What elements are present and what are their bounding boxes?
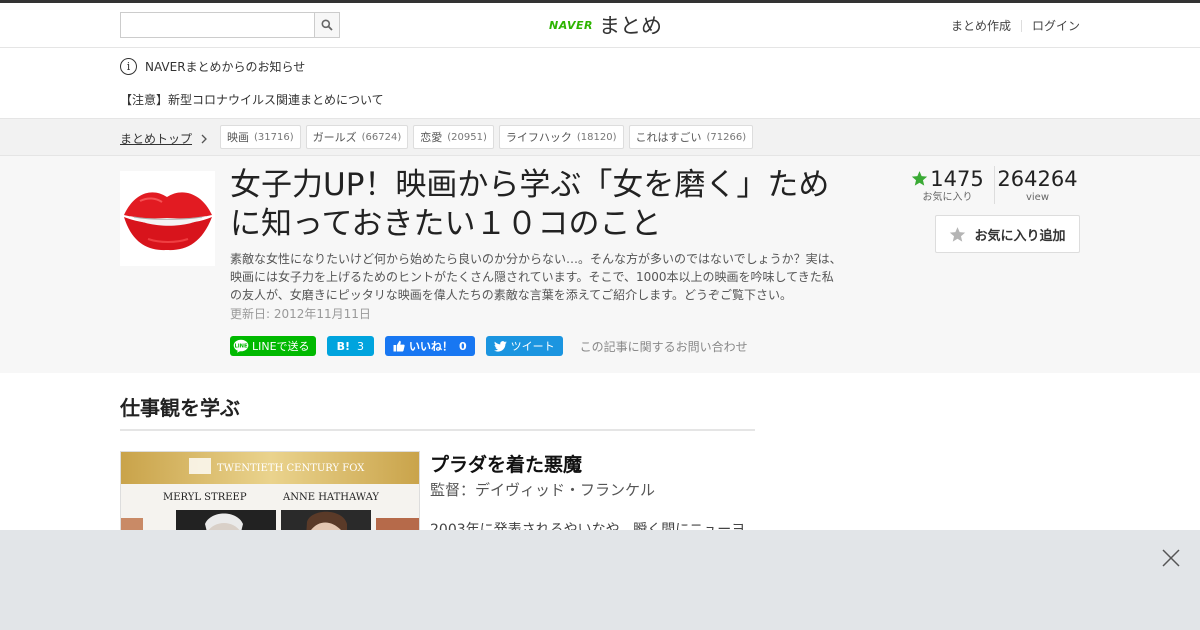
article-stats: 1475 お気に入り 264264 view (905, 166, 1080, 206)
logo-brand: NAVER (549, 18, 593, 32)
tweet-label: ツイート (510, 340, 555, 353)
article-thumbnail (120, 171, 215, 266)
hatena-count: 3 (356, 339, 364, 353)
favorite-label: お気に入り (922, 192, 973, 203)
tag-count: (31716) (254, 131, 294, 143)
hatena-icon: B! (336, 339, 350, 353)
tag-label: これはすごい (635, 131, 702, 144)
chevron-right-icon (201, 134, 207, 143)
notice-title: NAVERまとめからのお知らせ (145, 60, 306, 74)
share-buttons: LINE LINEで送る B! 3 いいね！ 0 ツイート この記事に関するお問… (230, 336, 748, 356)
site-header: NAVER まとめ まとめ作成 ログイン (0, 3, 1200, 48)
line-share-button[interactable]: LINE LINEで送る (230, 336, 316, 356)
bottom-ad-overlay (0, 530, 1200, 630)
line-share-label: LINEで送る (252, 340, 310, 353)
header-links: まとめ作成 ログイン (951, 17, 1080, 34)
add-favorite-button[interactable]: お気に入り追加 (935, 215, 1080, 253)
search-box (120, 12, 340, 38)
svg-text:LINE: LINE (234, 344, 248, 350)
thumbs-up-icon (393, 340, 405, 352)
tag-count: (71266) (706, 131, 747, 143)
breadcrumb-top[interactable]: まとめトップ (120, 130, 192, 147)
poster-studio: TWENTIETH CENTURY FOX (217, 463, 365, 474)
search-button[interactable] (314, 13, 339, 37)
breadcrumb[interactable]: まとめトップ (120, 130, 208, 147)
tag-girls[interactable]: ガールズ (66724) (305, 125, 409, 149)
movie-director: 監督：デイヴィッド・フランケル (430, 481, 656, 499)
view-number: 264264 (997, 167, 1078, 191)
view-label: view (1025, 192, 1050, 203)
site-logo[interactable]: NAVER まとめ (549, 11, 662, 39)
tag-movie[interactable]: 映画 (31716) (220, 125, 301, 149)
favorite-number-row: 1475 (905, 166, 990, 192)
tag-label: ライフハック (505, 131, 572, 144)
line-icon: LINE (233, 339, 249, 353)
star-outline-icon (950, 226, 966, 242)
lips-image (120, 171, 215, 266)
search-icon (321, 19, 333, 31)
article-title: 女子力UP！映画から学ぶ「女を磨く」ために知っておきたい１０コのこと (230, 167, 830, 242)
movie-title[interactable]: プラダを着た悪魔 (430, 450, 582, 477)
section-heading: 仕事観を学ぶ (120, 392, 755, 431)
star-icon (912, 171, 928, 186)
contact-link[interactable]: この記事に関するお問い合わせ (580, 338, 748, 355)
create-matome-link[interactable]: まとめ作成 (951, 17, 1011, 34)
notice-header: i NAVERまとめからのお知らせ (120, 58, 305, 75)
search-input[interactable] (121, 13, 315, 37)
updated-date: 更新日: 2012年11月11日 (230, 307, 371, 321)
logo-name: まとめ (598, 14, 662, 38)
poster-actor-1: MERYL STREEP (163, 492, 247, 503)
poster-actor-2: ANNE HATHAWAY (282, 492, 379, 503)
tag-label: 恋愛 (420, 131, 443, 144)
divider (1020, 19, 1022, 32)
hatena-bookmark-button[interactable]: B! 3 (326, 336, 374, 356)
info-icon: i (120, 58, 137, 75)
notice-link[interactable]: 【注意】新型コロナウイルス関連まとめについて (120, 91, 384, 108)
close-icon[interactable] (1161, 548, 1181, 568)
facebook-like-button[interactable]: いいね！ 0 (384, 336, 475, 356)
tag-count: (18120) (576, 131, 617, 143)
article-description: 素敵な女性になりたいけど何から始めたら良いのか分からない…。そんな方が多いのでは… (230, 252, 842, 302)
tag-count: (20951) (447, 131, 487, 143)
login-link[interactable]: ログイン (1032, 17, 1080, 34)
article-header: 女子力UP！映画から学ぶ「女を磨く」ために知っておきたい１０コのこと 素敵な女性… (0, 156, 1200, 373)
tag-amazing[interactable]: これはすごい (71266) (628, 125, 754, 149)
tag-count: (66724) (361, 131, 402, 143)
favorite-number: 1475 (930, 167, 984, 191)
twitter-bird-icon (493, 340, 507, 352)
facebook-like-count: 0 (458, 339, 467, 353)
tag-label: 映画 (227, 131, 249, 144)
tag-lifehack[interactable]: ライフハック (18120) (498, 125, 624, 149)
tag-label: ガールズ (312, 131, 357, 144)
category-bar: まとめトップ 映画 (31716) ガールズ (66724) 恋愛 (20951) ラ… (0, 118, 1200, 156)
tag-love[interactable]: 恋愛 (20951) (413, 125, 494, 149)
add-favorite-label: お気に入り追加 (974, 228, 1066, 244)
tag-list: 映画 (31716) ガールズ (66724) 恋愛 (20951) ライフハック (1… (220, 125, 758, 149)
tweet-button[interactable]: ツイート (485, 336, 563, 356)
facebook-like-label: いいね！ (408, 340, 453, 353)
favorite-count: 1475 お気に入り (905, 166, 990, 204)
view-count: 264264 view (994, 166, 1080, 204)
